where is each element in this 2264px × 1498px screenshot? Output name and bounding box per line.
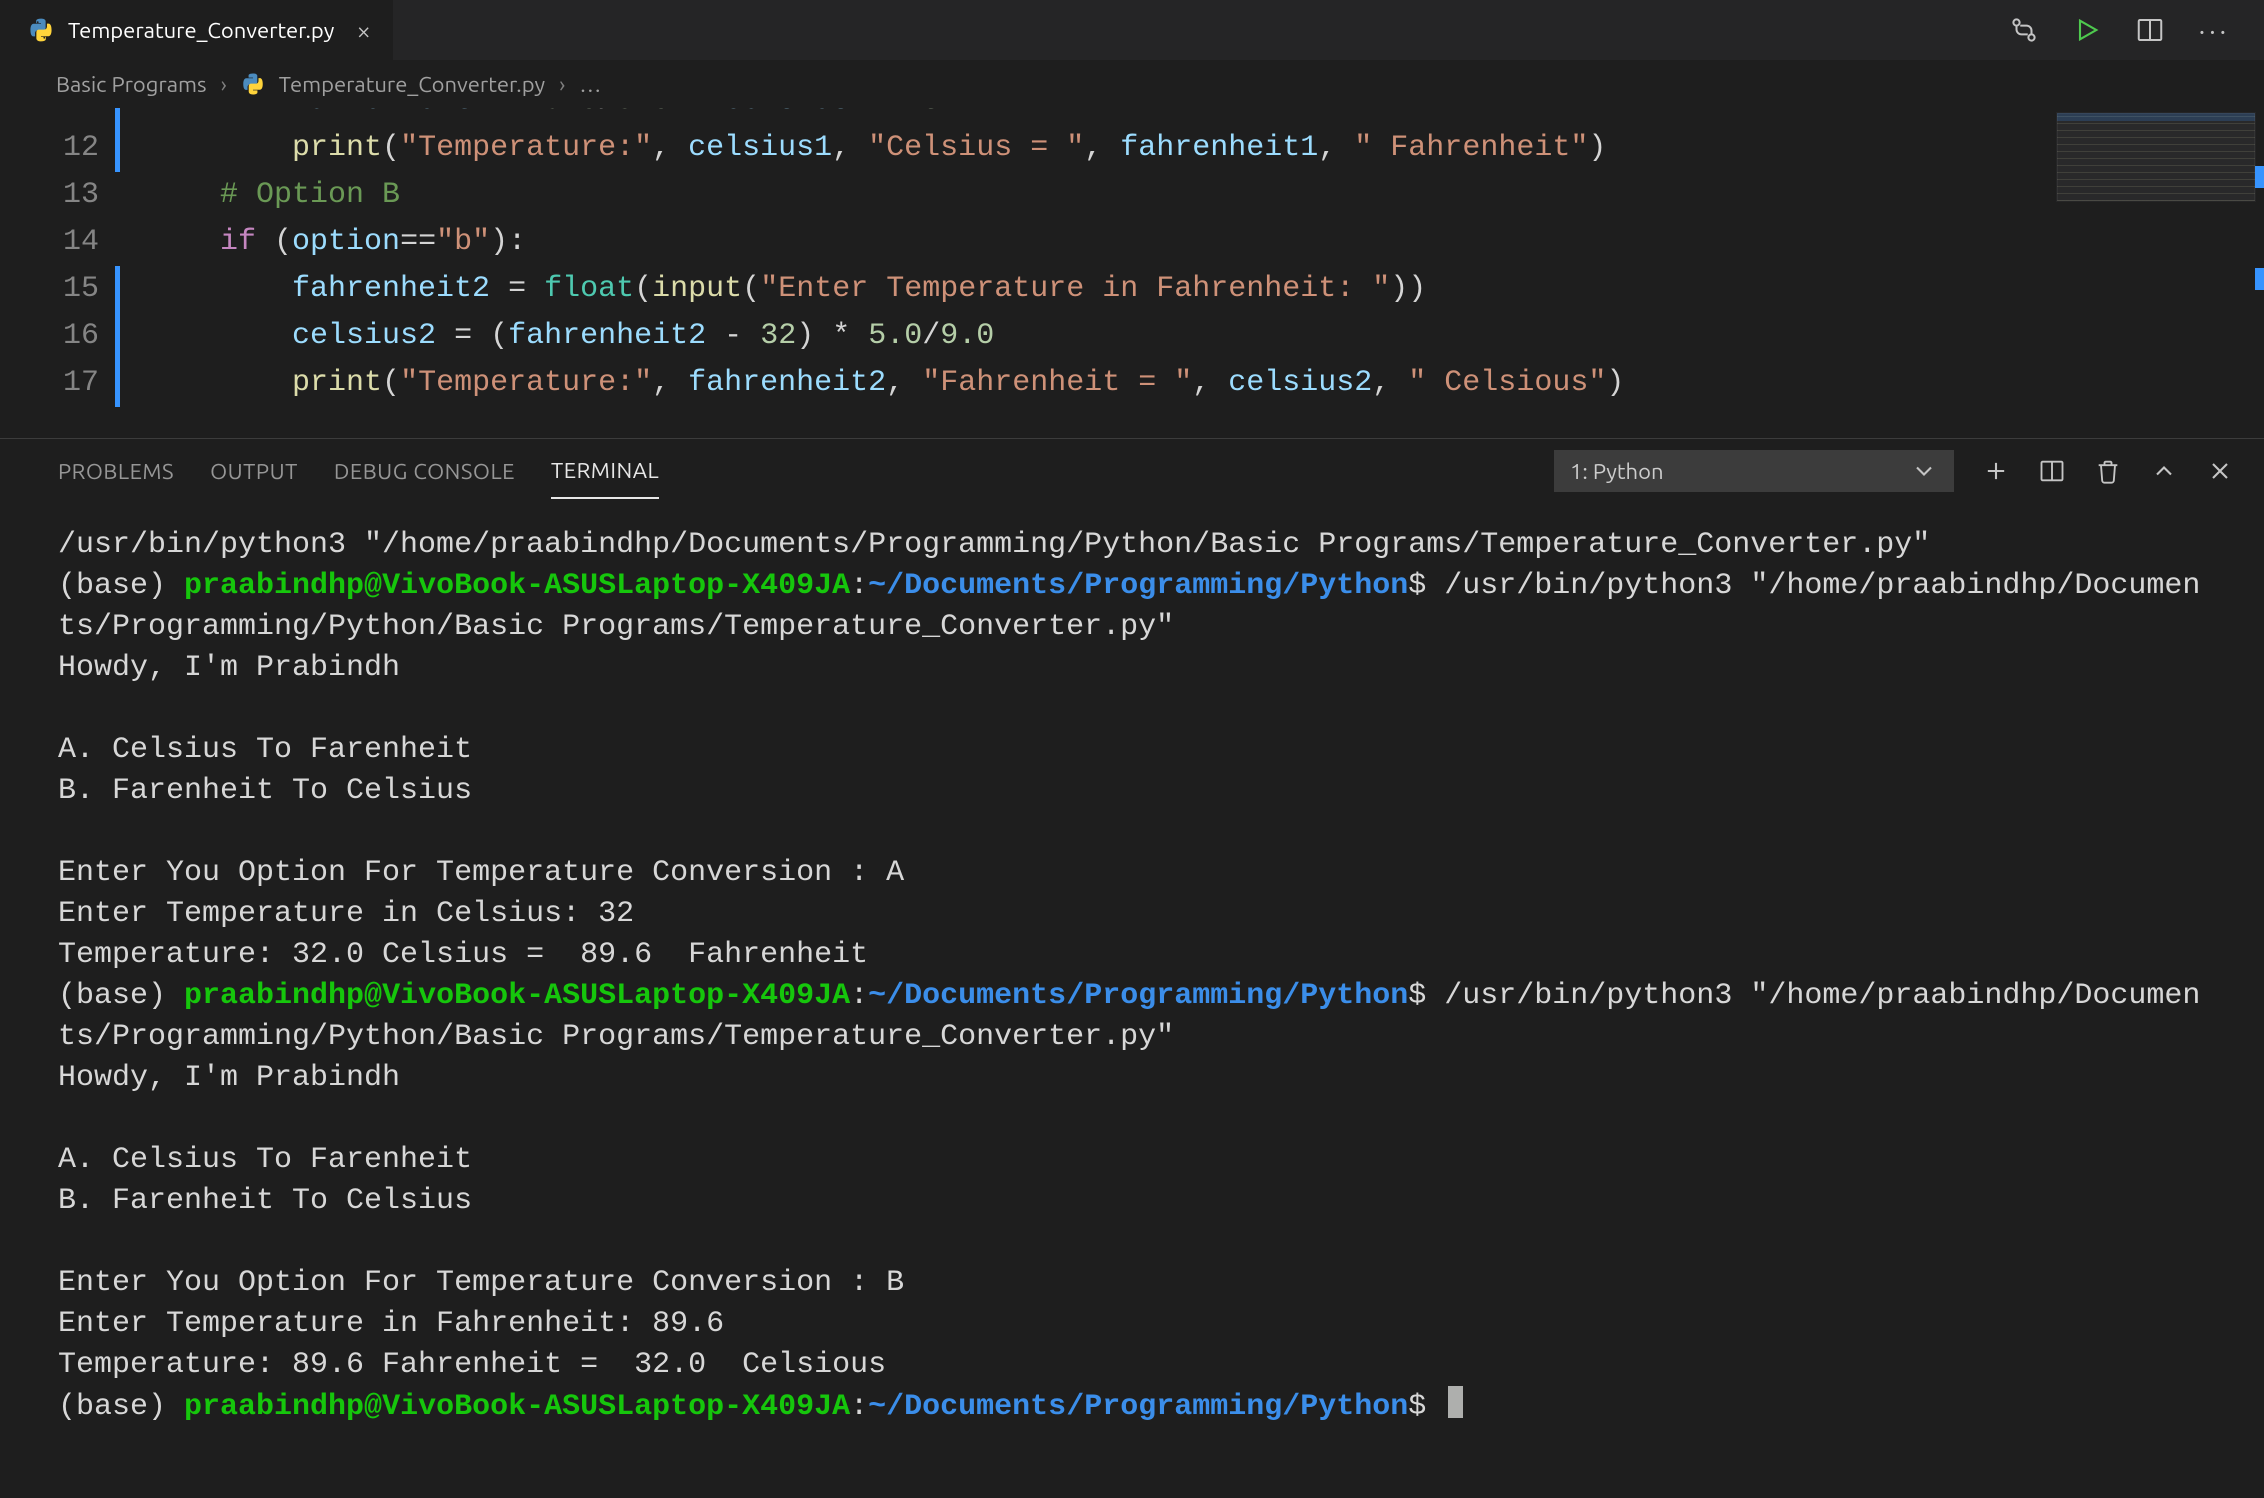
line-number: 15 bbox=[0, 266, 115, 313]
line-number: 11 bbox=[0, 108, 115, 125]
python-file-icon bbox=[241, 72, 265, 96]
breadcrumb-folder[interactable]: Basic Programs bbox=[56, 72, 207, 97]
chevron-down-icon bbox=[1910, 457, 1938, 485]
modified-indicator bbox=[115, 313, 120, 360]
tabs-container: Temperature_Converter.py × bbox=[0, 0, 394, 60]
chevron-right-icon: › bbox=[559, 72, 565, 97]
close-panel-icon[interactable] bbox=[2206, 457, 2234, 485]
modified-indicator bbox=[115, 266, 120, 313]
tab-bar: Temperature_Converter.py × ··· bbox=[0, 0, 2264, 60]
kill-terminal-icon[interactable] bbox=[2094, 457, 2122, 485]
terminal-selector-label: 1: Python bbox=[1570, 459, 1664, 484]
breadcrumb-symbol[interactable]: … bbox=[579, 72, 603, 97]
tab-filename: Temperature_Converter.py bbox=[68, 18, 334, 43]
code-line[interactable]: 17 print("Temperature:", fahrenheit2, "F… bbox=[0, 360, 2264, 407]
modified-indicator bbox=[115, 172, 120, 219]
terminal-cursor bbox=[1448, 1386, 1463, 1418]
line-number: 17 bbox=[0, 360, 115, 407]
code-text: # Option B bbox=[148, 172, 400, 219]
code-lines: 11 fahrenheit1 = 9.0/5.0 * celsius1 + 32… bbox=[0, 108, 2264, 407]
new-terminal-icon[interactable] bbox=[1982, 457, 2010, 485]
code-text: fahrenheit1 = 9.0/5.0 * celsius1 + 32 bbox=[148, 108, 958, 125]
code-text: print("Temperature:", celsius1, "Celsius… bbox=[148, 125, 1606, 172]
terminal-content[interactable]: /usr/bin/python3 "/home/praabindhp/Docum… bbox=[0, 503, 2264, 1498]
line-number: 16 bbox=[0, 313, 115, 360]
line-number: 14 bbox=[0, 219, 115, 266]
breadcrumb-file[interactable]: Temperature_Converter.py bbox=[279, 72, 545, 97]
maximize-panel-icon[interactable] bbox=[2150, 457, 2178, 485]
overview-ruler bbox=[2254, 108, 2264, 438]
modified-indicator bbox=[115, 108, 120, 125]
chevron-right-icon: › bbox=[221, 72, 227, 97]
code-text: celsius2 = (fahrenheit2 - 32) * 5.0/9.0 bbox=[148, 313, 994, 360]
code-editor[interactable]: 11 fahrenheit1 = 9.0/5.0 * celsius1 + 32… bbox=[0, 108, 2264, 438]
line-number: 13 bbox=[0, 172, 115, 219]
minimap[interactable] bbox=[2056, 112, 2256, 202]
code-line[interactable]: 12 print("Temperature:", celsius1, "Cels… bbox=[0, 125, 2264, 172]
bottom-panel: PROBLEMS OUTPUT DEBUG CONSOLE TERMINAL 1… bbox=[0, 438, 2264, 1498]
code-text: print("Temperature:", fahrenheit2, "Fahr… bbox=[148, 360, 1624, 407]
tab-debug-console[interactable]: DEBUG CONSOLE bbox=[334, 445, 515, 498]
terminal-selector[interactable]: 1: Python bbox=[1554, 450, 1954, 492]
minimap-viewport[interactable] bbox=[2057, 113, 2255, 201]
code-text: if (option=="b"): bbox=[148, 219, 526, 266]
modified-indicator bbox=[115, 219, 120, 266]
line-number: 12 bbox=[0, 125, 115, 172]
code-text: fahrenheit2 = float(input("Enter Tempera… bbox=[148, 266, 1426, 313]
code-line[interactable]: 13 # Option B bbox=[0, 172, 2264, 219]
modified-indicator bbox=[115, 360, 120, 407]
compare-changes-icon[interactable] bbox=[2009, 15, 2039, 45]
run-icon[interactable] bbox=[2073, 16, 2101, 44]
split-editor-icon[interactable] bbox=[2135, 15, 2165, 45]
code-line[interactable]: 16 celsius2 = (fahrenheit2 - 32) * 5.0/9… bbox=[0, 313, 2264, 360]
code-line[interactable]: 14 if (option=="b"): bbox=[0, 219, 2264, 266]
code-line[interactable]: 15 fahrenheit2 = float(input("Enter Temp… bbox=[0, 266, 2264, 313]
panel-actions: 1: Python bbox=[1554, 450, 2234, 492]
breadcrumb[interactable]: Basic Programs › Temperature_Converter.p… bbox=[0, 60, 2264, 108]
modified-indicator bbox=[115, 125, 120, 172]
tab-output[interactable]: OUTPUT bbox=[210, 445, 298, 498]
split-terminal-icon[interactable] bbox=[2038, 457, 2066, 485]
more-actions-icon[interactable]: ··· bbox=[2199, 16, 2230, 45]
panel-tabs: PROBLEMS OUTPUT DEBUG CONSOLE TERMINAL 1… bbox=[0, 439, 2264, 503]
tab-temperature-converter[interactable]: Temperature_Converter.py × bbox=[0, 0, 394, 60]
tab-terminal[interactable]: TERMINAL bbox=[551, 444, 659, 499]
python-file-icon bbox=[28, 17, 54, 43]
editor-actions: ··· bbox=[2009, 0, 2264, 60]
code-line[interactable]: 11 fahrenheit1 = 9.0/5.0 * celsius1 + 32 bbox=[0, 108, 2264, 125]
close-tab-icon[interactable]: × bbox=[356, 16, 371, 45]
tab-problems[interactable]: PROBLEMS bbox=[58, 445, 174, 498]
